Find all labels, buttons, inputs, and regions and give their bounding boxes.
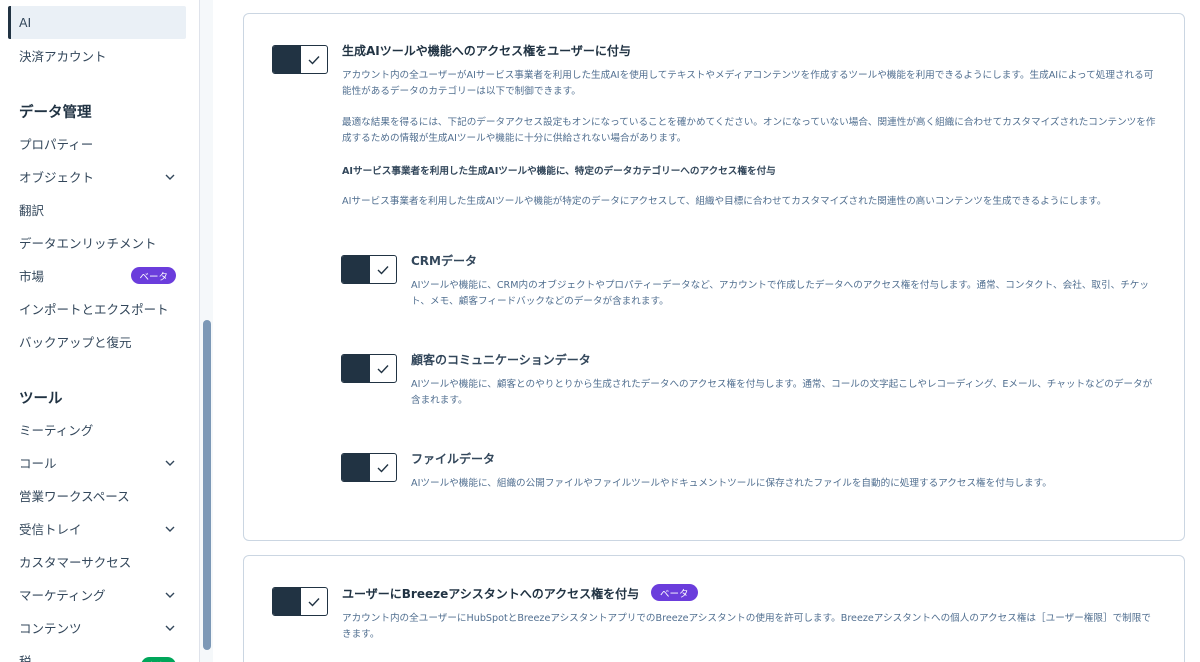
card-title: 生成AIツールや機能へのアクセス権をユーザーに付与 <box>342 44 631 58</box>
crm-data-title: CRMデータ <box>411 254 477 268</box>
crm-data-description: AIツールや機能に、CRM内のオブジェクトやプロパティーデータなど、アカウントで… <box>411 280 1149 307</box>
data-category-subheading: AIサービス事業者を利用した生成AIツールや機能に、特定のデータカテゴリーへのア… <box>342 166 776 177</box>
sidebar-item-label: インポートとエクスポート <box>19 302 169 317</box>
sidebar-item-ai[interactable]: AI <box>8 6 186 39</box>
beta-badge: ベータ <box>131 267 176 284</box>
generative-ai-access-card: 生成AIツールや機能へのアクセス権をユーザーに付与 アカウント内の全ユーザーがA… <box>243 13 1185 541</box>
sidebar-item-properties[interactable]: プロパティー <box>8 127 186 160</box>
sidebar-item-label: AI <box>19 15 32 30</box>
check-icon <box>377 463 389 473</box>
sidebar-item-label: 決済アカウント <box>19 49 107 64</box>
sidebar-item-objects[interactable]: オブジェクト <box>8 160 186 193</box>
main-content: 生成AIツールや機能へのアクセス権をユーザーに付与 アカウント内の全ユーザーがA… <box>213 0 1200 662</box>
sidebar-section-tools: ツール <box>19 391 63 407</box>
sidebar-item-tax[interactable]: 税 新規 <box>8 644 186 662</box>
sidebar-item-label: バックアップと復元 <box>19 335 132 350</box>
chevron-down-icon <box>165 592 175 598</box>
toggle-fill <box>273 588 301 615</box>
chevron-down-icon <box>165 174 175 180</box>
sidebar-item-label: オブジェクト <box>19 170 95 185</box>
sidebar-item-label: データエンリッチメント <box>19 236 157 251</box>
chevron-down-icon <box>165 460 175 466</box>
sidebar-item-label: 受信トレイ <box>19 522 82 537</box>
sidebar-item-inbox[interactable]: 受信トレイ <box>8 512 186 545</box>
communication-data-toggle[interactable] <box>341 354 397 383</box>
communication-data-description: AIツールや機能に、顧客とのやりとりから生成されたデータへのアクセス権を付与しま… <box>411 379 1153 406</box>
sidebar-item-meetings[interactable]: ミーティング <box>8 413 186 446</box>
check-icon <box>377 364 389 374</box>
breeze-assistant-access-toggle[interactable] <box>272 587 328 616</box>
sidebar-item-label: カスタマーサクセス <box>19 555 132 570</box>
file-data-description: AIツールや機能に、組織の公開ファイルやファイルツールやドキュメントツールに保存… <box>411 478 1052 489</box>
card-title: ユーザーにBreezeアシスタントへのアクセス権を付与 <box>342 587 640 601</box>
card-description-2: 最適な結果を得るには、下記のデータアクセス設定もオンになっていることを確かめてく… <box>342 117 1156 144</box>
sidebar-item-payment-account[interactable]: 決済アカウント <box>8 39 186 72</box>
sidebar-item-sales-workspace[interactable]: 営業ワークスペース <box>8 479 186 512</box>
card-description: アカウント内の全ユーザーがAIサービス事業者を利用した生成AIを使用してテキスト… <box>342 70 1154 97</box>
settings-sidebar: AI 決済アカウント データ管理 プロパティー オブジェクト 翻訳 データエンリ… <box>0 0 200 662</box>
sidebar-item-label: 翻訳 <box>19 203 45 218</box>
sidebar-item-label: 市場 <box>19 269 45 284</box>
sidebar-scrollbar-thumb[interactable] <box>203 320 211 650</box>
chevron-down-icon <box>165 625 175 631</box>
toggle-knob <box>300 588 327 615</box>
card-description: アカウント内の全ユーザーにHubSpotとBreezeアシスタントアプリでのBr… <box>342 613 1151 640</box>
generative-ai-access-toggle[interactable] <box>272 45 328 74</box>
new-badge: 新規 <box>140 657 176 662</box>
toggle-fill <box>342 355 370 382</box>
data-category-description: AIサービス事業者を利用した生成AIツールや機能が特定のデータにアクセスして、組… <box>342 196 1107 207</box>
sidebar-item-data-enrichment[interactable]: データエンリッチメント <box>8 226 186 259</box>
check-icon <box>308 55 320 65</box>
sidebar-item-label: 税 <box>19 654 32 662</box>
toggle-knob <box>369 454 396 481</box>
sidebar-item-label: プロパティー <box>19 137 94 152</box>
toggle-fill <box>342 454 370 481</box>
sidebar-item-markets[interactable]: 市場 ベータ <box>8 259 186 292</box>
toggle-knob <box>369 355 396 382</box>
sidebar-item-content[interactable]: コンテンツ <box>8 611 186 644</box>
sidebar-item-customer-success[interactable]: カスタマーサクセス <box>8 545 186 578</box>
sidebar-item-label: コール <box>19 456 57 471</box>
breeze-assistant-access-card: ユーザーにBreezeアシスタントへのアクセス権を付与 ベータ アカウント内の全… <box>243 555 1185 662</box>
sidebar-item-import-export[interactable]: インポートとエクスポート <box>8 292 186 325</box>
sidebar-item-translation[interactable]: 翻訳 <box>8 193 186 226</box>
sidebar-section-data: データ管理 <box>19 105 92 121</box>
sidebar-item-label: ミーティング <box>19 423 94 438</box>
toggle-knob <box>369 256 396 283</box>
sidebar-item-backup-restore[interactable]: バックアップと復元 <box>8 325 186 358</box>
check-icon <box>377 265 389 275</box>
sidebar-item-label: コンテンツ <box>19 621 82 636</box>
chevron-down-icon <box>165 526 175 532</box>
check-icon <box>308 597 320 607</box>
crm-data-toggle[interactable] <box>341 255 397 284</box>
sidebar-item-label: 営業ワークスペース <box>19 489 130 504</box>
sidebar-item-calls[interactable]: コール <box>8 446 186 479</box>
file-data-title: ファイルデータ <box>411 452 496 466</box>
beta-badge: ベータ <box>651 584 698 601</box>
sidebar-item-label: マーケティング <box>19 588 106 603</box>
sidebar-item-marketing[interactable]: マーケティング <box>8 578 186 611</box>
toggle-knob <box>300 46 327 73</box>
toggle-fill <box>273 46 301 73</box>
toggle-fill <box>342 256 370 283</box>
file-data-toggle[interactable] <box>341 453 397 482</box>
communication-data-title: 顧客のコミュニケーションデータ <box>411 353 591 367</box>
